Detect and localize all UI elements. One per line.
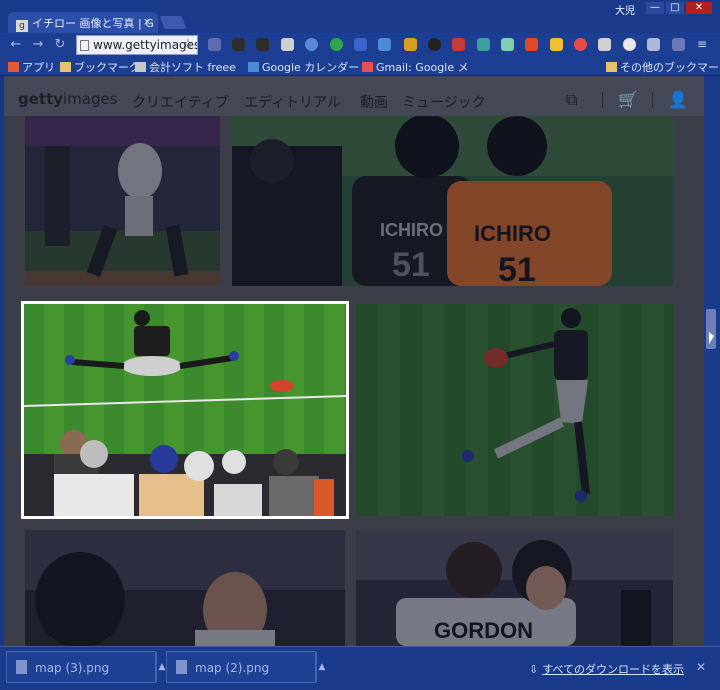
extension-icon[interactable] [647, 38, 660, 51]
extension-icon[interactable] [208, 38, 221, 51]
file-icon [16, 660, 27, 674]
bookmarks-bar: アプリ ブックマーク 会計ソフト freee Google カレンダー Gmai… [0, 57, 720, 76]
minimize-button[interactable]: — [646, 2, 664, 14]
new-tab-button[interactable] [159, 16, 187, 29]
extension-icon[interactable] [550, 38, 563, 51]
photo-overlay [356, 530, 673, 646]
download-bar: map (3).png ▲ map (2).png ▲ ⇩ すべてのダウンロードを… [0, 646, 720, 690]
extension-icon[interactable] [232, 38, 245, 51]
extension-icon[interactable] [428, 38, 441, 51]
doc-icon [135, 62, 146, 72]
tab-close-icon[interactable]: × [143, 15, 152, 28]
back-icon[interactable]: ← [8, 37, 24, 53]
site-header: gettyimages クリエイティブ エディトリアル 動画 ミュージック ⧉ … [4, 76, 704, 117]
download-filename: map (2).png [195, 661, 270, 675]
maximize-button[interactable]: □ [666, 2, 684, 14]
bookmark-gmail[interactable]: Gmail: Google メ [362, 59, 469, 75]
photo-overlay [356, 304, 673, 516]
forward-icon[interactable]: → [30, 37, 46, 53]
extension-icon[interactable] [330, 38, 343, 51]
photo-helmet[interactable] [25, 530, 345, 646]
extension-icon[interactable] [672, 38, 685, 51]
mouse-cursor-icon [709, 332, 714, 344]
extension-icon[interactable] [354, 38, 367, 51]
browser-toolbar: ← → ↻ www.gettyimages ☆ ≡ [0, 33, 720, 57]
cart-icon[interactable]: 🛒 [618, 90, 638, 109]
photo-overlay [25, 530, 345, 646]
show-all-downloads-link[interactable]: ⇩ すべてのダウンロードを表示 [529, 661, 684, 677]
nav-video[interactable]: 動画 [360, 92, 388, 112]
bookmark-apps[interactable]: アプリ [8, 59, 55, 75]
favicon-icon: g [16, 20, 28, 32]
photo-gordon[interactable]: GORDON [356, 530, 673, 646]
extension-icon[interactable] [404, 38, 417, 51]
bookmark-calendar[interactable]: Google カレンダー [248, 59, 359, 75]
bookmark-star-icon[interactable]: ☆ [182, 37, 194, 52]
profile-badge[interactable]: 大児 [610, 2, 640, 17]
photo-throwing[interactable] [356, 304, 673, 516]
extension-icon[interactable] [281, 38, 294, 51]
divider [602, 92, 603, 108]
bookmark-freee[interactable]: 会計ソフト freee [135, 59, 236, 75]
photo-stretching[interactable] [24, 304, 346, 516]
nav-music[interactable]: ミュージック [402, 92, 486, 112]
folder-icon [60, 62, 71, 72]
photo-batter[interactable] [25, 116, 220, 286]
divider [652, 92, 653, 108]
file-icon [176, 660, 187, 674]
extension-icon[interactable] [452, 38, 465, 51]
nav-editorial[interactable]: エディトリアル [244, 92, 341, 112]
download-icon: ⇩ [528, 663, 539, 676]
download-filename: map (3).png [35, 661, 110, 675]
gmail-icon [362, 62, 373, 72]
page-icon [80, 40, 89, 51]
bookmark-folder[interactable]: ブックマーク [60, 59, 140, 75]
apps-icon [8, 62, 19, 72]
extension-icon[interactable] [574, 38, 587, 51]
extension-icon[interactable] [305, 38, 318, 51]
extension-icon[interactable] [598, 38, 611, 51]
calendar-icon [248, 62, 259, 72]
close-window-button[interactable]: ✕ [686, 2, 712, 14]
bookmark-other[interactable]: その他のブックマーク [606, 59, 720, 75]
menu-icon[interactable]: ≡ [697, 38, 710, 51]
browser-window: g イチロー 画像と写真 | G × 大児 — □ ✕ ← → ↻ www.get… [0, 0, 720, 690]
reload-icon[interactable]: ↻ [52, 37, 68, 53]
extension-icon[interactable] [501, 38, 514, 51]
page-scrollbar[interactable] [704, 76, 720, 646]
photo-overlay [232, 116, 673, 286]
close-download-bar-icon[interactable]: ✕ [696, 660, 706, 674]
extension-icon[interactable] [378, 38, 391, 51]
extension-icon[interactable] [525, 38, 538, 51]
user-icon[interactable]: 👤 [668, 90, 688, 109]
tab-strip: g イチロー 画像と写真 | G × 大児 — □ ✕ [0, 0, 720, 33]
address-bar[interactable]: www.gettyimages [76, 35, 198, 55]
photo-overlay [25, 116, 220, 286]
page-viewport: gettyimages クリエイティブ エディトリアル 動画 ミュージック ⧉ … [4, 76, 704, 646]
boards-icon[interactable]: ⧉ [566, 90, 577, 110]
download-item-map3[interactable]: map (3).png ▲ [6, 651, 165, 683]
tab-gettyimages[interactable]: g イチロー 画像と写真 | G × [8, 12, 158, 33]
download-item-map2[interactable]: map (2).png ▲ [166, 651, 325, 683]
extension-icon[interactable] [623, 38, 636, 51]
photo-fans-jerseys[interactable]: ICHIRO 51 ICHIRO 51 [232, 116, 673, 286]
photo-stretching-image [24, 304, 346, 516]
folder-icon [606, 62, 617, 72]
extension-icon[interactable] [256, 38, 269, 51]
download-menu-caret-icon[interactable]: ▲ [316, 652, 327, 682]
extension-icon[interactable] [477, 38, 490, 51]
nav-creative[interactable]: クリエイティブ [132, 92, 229, 112]
tab-title: イチロー 画像と写真 | G [32, 17, 154, 30]
gettyimages-logo[interactable]: gettyimages [18, 90, 118, 108]
